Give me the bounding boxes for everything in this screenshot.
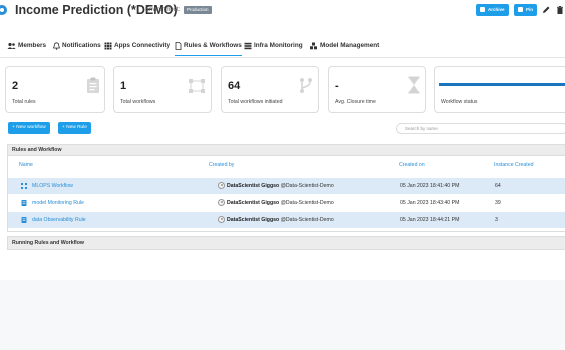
total-rules-value: 2: [12, 80, 19, 92]
stat-card-total-rules: 2 Total rules: [5, 66, 105, 113]
stat-card-total-workflows: 1 Total workflows: [113, 66, 212, 113]
archive-button[interactable]: Archive: [476, 4, 509, 16]
total-rules-label: Total rules: [12, 99, 36, 105]
workflow-status-label: Workflow status: [441, 99, 478, 105]
running-rules-panel: Running Rules and Workflow: [7, 236, 565, 250]
total-workflows-value: 1: [120, 80, 127, 92]
creator-cell: DataScientist Giggso @Data-Scientist-Dem…: [227, 183, 334, 189]
tab-model-management[interactable]: Model Management: [309, 42, 379, 56]
edit-icon[interactable]: [541, 5, 551, 15]
environment-label: Environment:: [145, 7, 181, 13]
creator-handle: @Data-Scientist-Demo: [280, 217, 334, 223]
stat-card-workflows-initiated: 64 Total workflows initiated: [221, 66, 319, 113]
delete-icon[interactable]: [555, 5, 565, 15]
creator-name: DataScientist Giggso: [227, 217, 280, 223]
tab-notifications-label: Notifications: [62, 42, 101, 49]
archive-button-label: Archive: [488, 7, 505, 12]
avatar: [218, 216, 225, 223]
server-icon: [244, 42, 252, 50]
table-row[interactable]: MLOPS Workflow DataScientist Giggso @Dat…: [8, 178, 565, 194]
stat-card-workflow-status: 64 pre Workflow status: [434, 66, 565, 113]
pin-button[interactable]: Pin: [514, 4, 538, 16]
tab-model-management-label: Model Management: [320, 42, 380, 49]
workflow-status-progress: [439, 83, 565, 86]
tab-rules-workflows[interactable]: Rules & Workflows: [175, 42, 242, 56]
creator-name: DataScientist Giggso: [227, 183, 280, 189]
created-on-cell: 05 Jan 2023 18:41:40 PM: [400, 183, 460, 189]
new-workflow-button[interactable]: + New workflow: [8, 122, 50, 134]
workflow-icon: [189, 79, 205, 93]
creator-handle: @Data-Scientist-Demo: [280, 200, 334, 206]
clipboard-icon: [87, 77, 99, 93]
closure-time-value: -: [335, 80, 339, 92]
tab-infra-monitoring[interactable]: Infra Monitoring: [244, 42, 303, 56]
table-row[interactable]: data Observability Rule DataScientist Gi…: [8, 212, 565, 228]
tab-infra-monitoring-label: Infra Monitoring: [254, 42, 303, 49]
column-header-created-on[interactable]: Created on: [399, 162, 425, 168]
new-rule-button[interactable]: + New Rule: [58, 122, 91, 134]
rule-name-link[interactable]: MLOPS Workflow: [32, 183, 73, 189]
grid-icon: [104, 42, 112, 50]
rule-name-link[interactable]: data Observability Rule: [32, 217, 86, 223]
branch-icon: [300, 78, 312, 93]
workflow-icon: [21, 183, 27, 189]
tab-apps-connectivity-label: Apps Connectivity: [114, 42, 171, 49]
archive-icon: [480, 7, 485, 12]
running-rules-panel-title: Running Rules and Workflow: [8, 237, 565, 249]
rule-icon: [21, 200, 27, 206]
users-icon: [7, 42, 16, 49]
pin-icon: [518, 7, 523, 12]
tab-notifications[interactable]: Notifications: [53, 42, 101, 56]
closure-time-label: Avg. Closure time: [335, 99, 376, 105]
creator-cell: DataScientist Giggso @Data-Scientist-Dem…: [227, 200, 334, 206]
rule-icon: [21, 217, 27, 223]
file-icon: [175, 42, 182, 50]
created-on-cell: 05 Jan 2023 18:44:21 PM: [400, 217, 460, 223]
column-header-created-by[interactable]: Created by: [209, 162, 234, 168]
rules-workflow-panel-title: Rules and Workflow: [8, 145, 565, 156]
logo-icon: [0, 5, 7, 15]
tab-bar: Members Notifications Apps Connectivity …: [0, 38, 565, 58]
column-header-instance-created[interactable]: Instance Created: [494, 162, 534, 168]
environment-badge: Production: [184, 6, 212, 14]
instance-count-cell: 39: [495, 200, 501, 206]
rule-name-link[interactable]: model Monitoring Rule: [32, 200, 84, 206]
page-footer-area: [0, 280, 565, 350]
created-on-cell: 05 Jan 2023 18:43:40 PM: [400, 200, 460, 206]
tab-rules-workflows-label: Rules & Workflows: [184, 42, 242, 49]
page-header: Income Prediction (*DEMO) Environment: P…: [0, 0, 565, 22]
workflow-status-progress-fill: [439, 83, 565, 86]
rules-workflow-panel: Rules and Workflow Name Created by Creat…: [7, 144, 565, 232]
column-header-name[interactable]: Name: [19, 162, 33, 168]
instance-count-cell: 3: [495, 217, 498, 223]
avatar: [218, 199, 225, 206]
search-input[interactable]: [396, 123, 565, 134]
table-row[interactable]: model Monitoring Rule DataScientist Gigg…: [8, 195, 565, 211]
creator-cell: DataScientist Giggso @Data-Scientist-Dem…: [227, 217, 334, 223]
workflows-initiated-value: 64: [228, 80, 241, 92]
total-workflows-label: Total workflows: [120, 99, 156, 105]
bell-icon: [53, 42, 60, 50]
avatar: [218, 182, 225, 189]
hourglass-icon: [408, 76, 420, 94]
pin-button-label: Pin: [526, 7, 534, 12]
workflows-initiated-label: Total workflows initiated: [228, 99, 283, 105]
tab-apps-connectivity[interactable]: Apps Connectivity: [104, 42, 170, 56]
tab-members-label: Members: [18, 42, 47, 49]
creator-handle: @Data-Scientist-Demo: [280, 183, 334, 189]
stat-card-closure-time: - Avg. Closure time: [328, 66, 426, 113]
instance-count-cell: 64: [495, 183, 501, 189]
cubes-icon: [310, 42, 317, 50]
tab-members[interactable]: Members: [7, 42, 46, 56]
creator-name: DataScientist Giggso: [227, 200, 280, 206]
